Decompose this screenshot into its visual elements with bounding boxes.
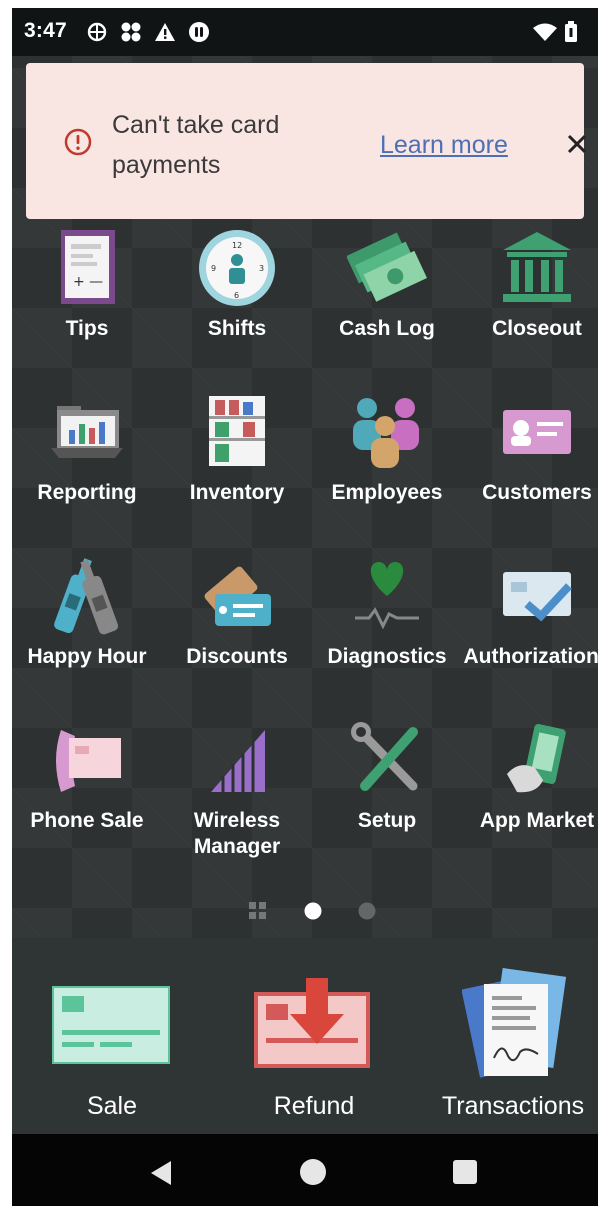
page-indicator (12, 896, 598, 926)
dock-label: Refund (273, 1092, 355, 1120)
page-dot-active[interactable] (302, 900, 324, 922)
shelves-icon (209, 396, 265, 466)
heart-pulse-icon (355, 562, 419, 630)
svg-text:+ —: + — (73, 274, 103, 290)
clock-icon: 12 3 6 9 (199, 230, 275, 306)
app-label: Employees (331, 481, 443, 504)
warning-icon (155, 23, 175, 41)
app-label: App Market (479, 809, 595, 832)
app-customers[interactable]: Customers (464, 392, 598, 552)
wifi-icon (533, 23, 557, 41)
status-time: 3:47 (24, 19, 67, 42)
tag-icon (204, 566, 271, 626)
error-circle-icon (64, 128, 92, 156)
app-label: Shifts (207, 317, 267, 340)
cash-bills-icon (347, 232, 427, 302)
navigation-bar (12, 1134, 598, 1206)
close-icon[interactable] (562, 129, 592, 159)
app-app-market[interactable]: App Market (464, 720, 598, 880)
id-card-icon (503, 410, 571, 454)
check-card-icon (503, 572, 572, 622)
app-employees[interactable]: Employees (314, 392, 460, 552)
app-label: Closeout (492, 317, 582, 340)
vpn-globe-icon (87, 22, 107, 42)
app-wireless-manager[interactable]: Wireless Manager (164, 720, 310, 880)
fan-icon (121, 22, 141, 42)
app-reporting[interactable]: Reporting (14, 392, 160, 552)
app-shifts[interactable]: 12 3 6 9 Shifts (164, 228, 310, 388)
card-payment-alert-banner: Can't take card payments Learn more (26, 63, 587, 219)
tips-receipt-icon: + — (61, 230, 115, 304)
bottles-icon (54, 558, 119, 635)
dock-label: Sale (86, 1092, 138, 1120)
battery-icon (565, 21, 577, 42)
app-market-phone-icon (507, 724, 566, 793)
recents-icon[interactable] (452, 1159, 478, 1185)
app-tips[interactable]: + — Tips (14, 228, 160, 388)
app-label: Reporting (37, 481, 137, 504)
back-icon[interactable] (147, 1159, 175, 1187)
bank-icon (503, 232, 571, 302)
page-dot-inactive[interactable] (356, 900, 378, 922)
app-label: Discounts (186, 645, 288, 668)
tools-icon (351, 722, 418, 791)
refund-card-icon (254, 978, 370, 1068)
learn-more-link[interactable]: Learn more (380, 131, 508, 160)
signal-bars-icon (211, 730, 265, 792)
app-closeout[interactable]: Closeout (464, 228, 598, 388)
svg-text:12: 12 (232, 241, 242, 250)
app-label: Diagnostics (327, 645, 447, 668)
dock: Sale Refund Transactions (12, 938, 598, 1134)
dock-sale[interactable]: Sale (42, 968, 182, 1134)
app-label: Setup (357, 809, 417, 832)
app-label: Tips (65, 317, 109, 340)
people-icon (353, 398, 419, 468)
svg-text:9: 9 (211, 264, 216, 273)
sale-card-icon (52, 986, 170, 1064)
app-drawer-grid-icon[interactable] (248, 901, 268, 921)
status-bar: 3:47 (12, 8, 598, 56)
dock-transactions[interactable]: Transactions (428, 968, 598, 1134)
app-diagnostics[interactable]: Diagnostics (314, 556, 460, 716)
app-phone-sale[interactable]: Phone Sale (14, 720, 160, 880)
app-label: Authorizations (463, 645, 599, 668)
app-cash-log[interactable]: Cash Log (314, 228, 460, 388)
app-label: Happy Hour (27, 645, 147, 668)
svg-text:6: 6 (234, 291, 239, 300)
dock-refund[interactable]: Refund (244, 968, 384, 1134)
home-icon[interactable] (298, 1157, 328, 1187)
app-label: Customers (482, 481, 592, 504)
app-setup[interactable]: Setup (314, 720, 460, 880)
app-label: Wireless Manager (193, 809, 281, 858)
device-screen: 3:47 Can't take card payments Learn more… (12, 8, 598, 1206)
dock-label: Transactions (441, 1092, 585, 1120)
app-authorizations[interactable]: Authorizations (464, 556, 598, 716)
clover-icon (189, 22, 209, 42)
app-inventory[interactable]: Inventory (164, 392, 310, 552)
app-label: Cash Log (339, 317, 435, 340)
app-label: Phone Sale (30, 809, 144, 832)
app-discounts[interactable]: Discounts (164, 556, 310, 716)
reporting-folder-icon (51, 406, 123, 458)
app-happy-hour[interactable]: Happy Hour (14, 556, 160, 716)
svg-text:3: 3 (259, 264, 264, 273)
phone-sale-icon (56, 730, 121, 792)
banner-message: Can't take card payments (112, 111, 280, 179)
receipts-icon (462, 968, 567, 1078)
app-label: Inventory (189, 481, 285, 504)
